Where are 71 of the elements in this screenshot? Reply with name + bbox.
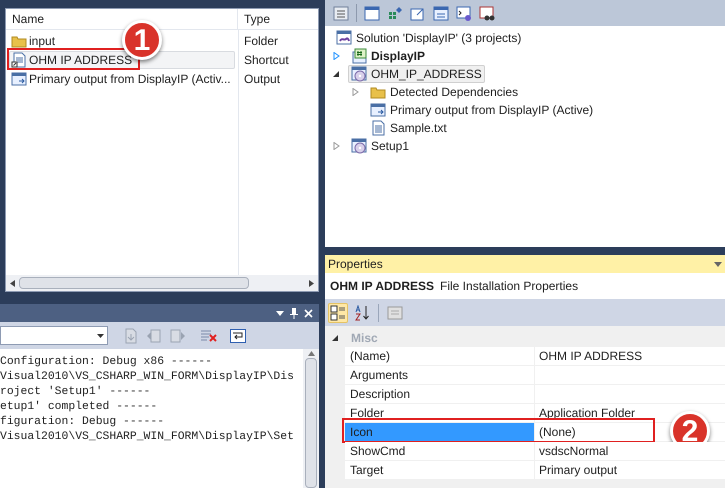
property-name[interactable]: (Name) [345,347,535,365]
clear-all-icon[interactable] [200,328,218,342]
tree-item[interactable]: Detected Dependencies [367,83,522,101]
dropdown-arrow-icon[interactable] [714,262,722,266]
text-file-icon [370,120,386,136]
panel-title: Properties [328,256,383,273]
expanded-arrow-icon[interactable] [332,334,338,342]
setup-project-icon [351,138,367,154]
solution-icon [336,30,352,46]
output-line: Configuration: Debug x86 ------ [0,355,213,370]
csharp-project-icon [351,48,367,64]
setup-project-icon [351,66,367,82]
property-value[interactable]: Application Folder [535,404,640,422]
property-name[interactable]: ShowCmd [345,442,535,460]
window-icon[interactable] [433,6,449,20]
sort-alphabetical-icon [354,305,370,321]
collapsed-arrow-icon[interactable] [333,142,340,150]
type-cell-text: Shortcut [244,52,289,68]
vertical-scrollbar[interactable] [303,349,319,488]
output-window-icon [11,70,27,86]
word-wrap-icon[interactable] [230,328,246,342]
scrollbar-thumb[interactable] [305,358,317,488]
output-line: etup1' completed ------ [0,400,158,415]
sort-alphabetical-button[interactable] [352,303,372,323]
grid-icon[interactable] [387,6,403,20]
tree-item[interactable]: Setup1 [348,137,412,155]
horizontal-scrollbar[interactable] [6,275,318,291]
property-name[interactable]: Target [345,461,535,479]
property-pages-icon [387,305,403,321]
collapsed-arrow-icon[interactable] [352,88,359,96]
categorized-icon [330,305,346,321]
tree-item[interactable]: DisplayIP [348,47,428,65]
pin-icon[interactable] [290,308,298,318]
scroll-right-icon[interactable] [309,280,314,286]
tree-item[interactable]: Primary output from DisplayIP (Active) [367,101,596,119]
expanded-arrow-icon[interactable] [333,70,340,78]
property-value[interactable]: (None) [535,423,580,441]
property-name[interactable]: Icon [345,423,535,441]
type-cell-text: Output [244,70,280,88]
output-line: figuration: Debug ------ [0,415,166,430]
dropdown-arrow-icon [97,334,104,338]
output-source-dropdown[interactable] [0,326,108,345]
output-line: Visual2010\VS_CSHARP_WIN_FORM\DisplayIP\Set [0,430,295,445]
property-value[interactable]: Primary output [535,461,622,479]
column-header[interactable]: Type [238,9,318,29]
scroll-left-icon[interactable] [10,280,15,286]
collapsed-arrow-icon[interactable] [333,52,340,60]
list-item[interactable]: Primary output from DisplayIP (Activ... [9,70,233,88]
type-cell-text: Folder [244,32,278,50]
dropdown-arrow-icon[interactable] [276,310,284,316]
tree-item[interactable]: Sample.txt [367,119,450,137]
output-window-icon [370,102,386,118]
property-name[interactable]: Folder [345,404,535,422]
document-shortcut-icon [11,52,27,68]
tree-item[interactable]: Solution 'DisplayIP' (3 projects) [333,29,524,47]
property-value[interactable]: OHM IP ADDRESS [535,347,646,365]
scrollbar-thumb[interactable] [19,277,249,289]
tree-item[interactable]: OHM_IP_ADDRESS [348,65,485,83]
output-line: Visual2010\VS_CSHARP_WIN_FORM\DisplayIP\Dis [0,370,295,385]
window-icon[interactable] [364,6,380,20]
scroll-up-icon[interactable] [308,351,314,356]
list-item[interactable]: OHM IP ADDRESS [9,50,235,68]
properties-icon[interactable] [333,6,349,20]
categorized-button[interactable] [328,303,348,323]
property-value[interactable]: vsdscNormal [535,442,612,460]
object-type: File Installation Properties [440,278,578,295]
output-line: roject 'Setup1' ------ [0,385,152,400]
list-item[interactable]: input [9,32,58,50]
close-icon[interactable] [304,308,313,318]
category-label: Misc [351,330,378,346]
object-name: OHM IP ADDRESS [330,278,434,295]
